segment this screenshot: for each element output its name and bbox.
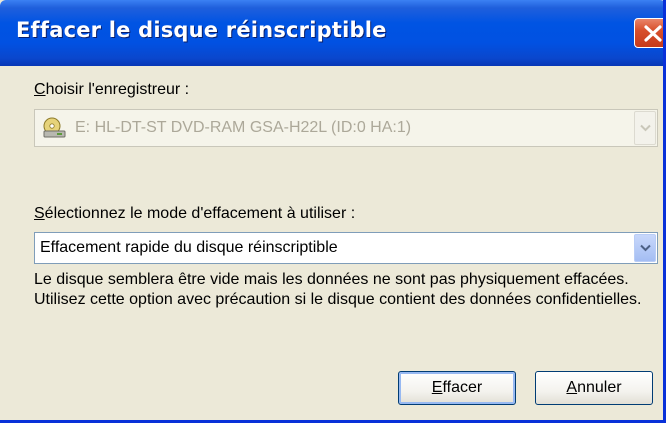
erase-mode-value: Effacement rapide du disque réinscriptib… — [40, 239, 338, 256]
recorder-value: E: HL-DT-ST DVD-RAM GSA-H22L (ID:0 HA:1) — [75, 119, 412, 136]
title-bar[interactable]: Effacer le disque réinscriptible — [0, 0, 663, 66]
chevron-down-icon — [640, 244, 651, 252]
window-title: Effacer le disque réinscriptible — [16, 18, 387, 42]
erase-mode-dropdown-button[interactable] — [634, 234, 656, 262]
erase-mode-description: Le disque semblera être vide mais les do… — [34, 271, 642, 308]
recorder-dropdown-button[interactable] — [634, 111, 656, 145]
erase-button[interactable]: Effacer — [398, 371, 516, 405]
recorder-label: Choisir l'enregistreur : — [34, 81, 190, 98]
erase-mode-select[interactable]: Effacement rapide du disque réinscriptib… — [34, 232, 658, 264]
disc-drive-icon — [43, 117, 66, 138]
close-icon — [644, 25, 662, 42]
cancel-button[interactable]: Annuler — [535, 371, 653, 405]
close-button[interactable] — [634, 18, 663, 48]
recorder-select[interactable]: E: HL-DT-ST DVD-RAM GSA-H22L (ID:0 HA:1) — [34, 109, 658, 147]
chevron-down-icon — [640, 124, 651, 132]
erase-mode-label: Sélectionnez le mode d'effacement à util… — [34, 205, 356, 222]
erase-disc-dialog: Effacer le disque réinscriptible Choisir… — [0, 0, 666, 423]
